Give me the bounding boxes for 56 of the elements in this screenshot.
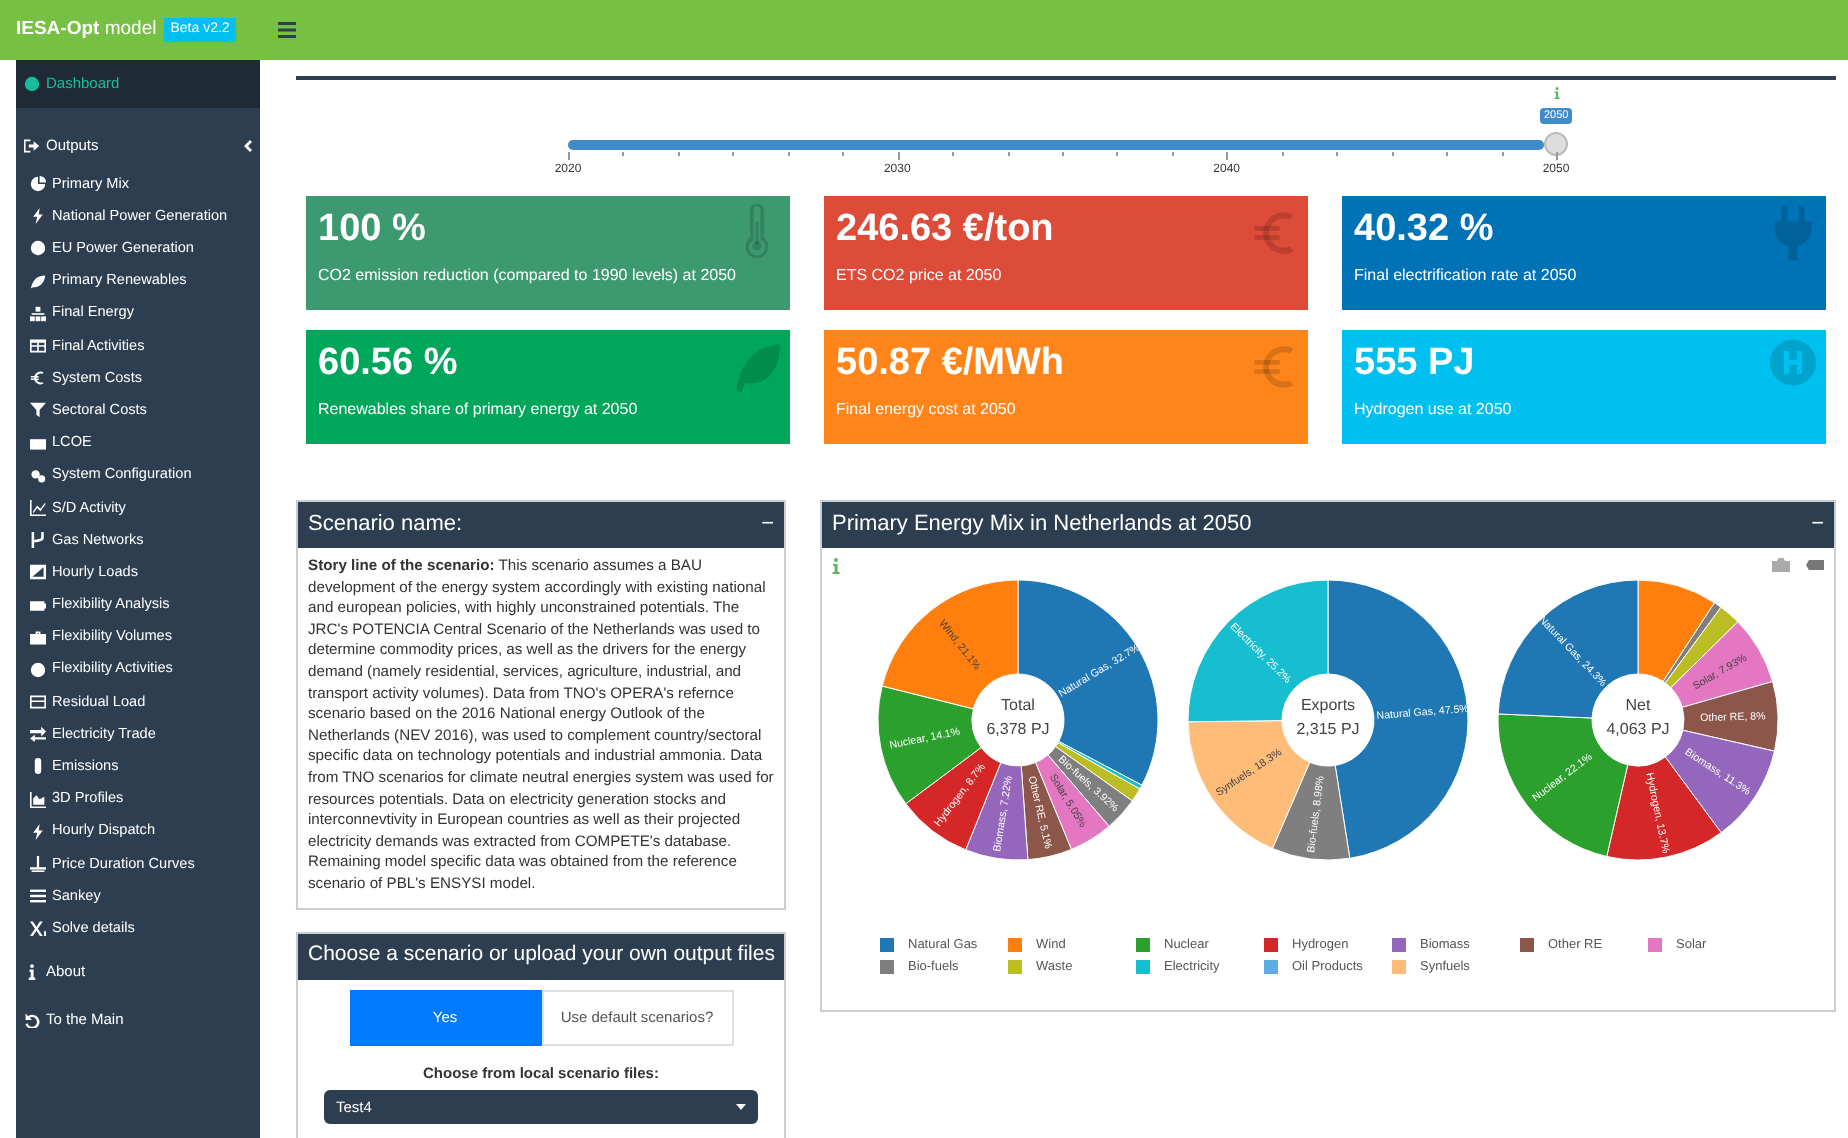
value-caption: Final energy cost at 2050	[836, 398, 1016, 422]
value-text: 100 %	[318, 206, 426, 254]
branch-icon	[30, 532, 46, 549]
exchange-icon	[30, 726, 46, 743]
window-icon	[30, 694, 46, 711]
battery-icon	[30, 597, 46, 614]
line-chart-icon	[30, 499, 46, 516]
sitemap-icon	[30, 305, 46, 322]
donut-total: 2,315 PJ	[1296, 720, 1360, 738]
leaf-icon	[30, 273, 46, 290]
caret-icon	[736, 1103, 746, 1110]
leaf-icon	[734, 338, 780, 396]
donut-title: Total	[1000, 696, 1035, 714]
value-text: 555 PJ	[1354, 340, 1475, 388]
tag-icon[interactable]	[1806, 560, 1824, 570]
stand-icon	[30, 856, 46, 873]
euro-icon	[30, 370, 46, 387]
info-icon[interactable]	[832, 558, 840, 574]
value-caption: Renewables share of primary energy at 2050	[318, 398, 638, 422]
app-title: IESA-Opt model	[16, 15, 157, 44]
card-icon	[30, 435, 46, 452]
menu-icon[interactable]	[278, 22, 296, 38]
undo-icon	[24, 1011, 40, 1027]
donut-total: 4,063 PJ	[1607, 720, 1671, 738]
panel-title: Choose a scenario or upload your own output files	[308, 940, 775, 971]
bolt-icon	[30, 208, 46, 225]
info-icon[interactable]	[1553, 86, 1559, 100]
donut-title: Exports	[1300, 696, 1356, 714]
sign-out-icon	[24, 138, 40, 154]
pie-chart-icon	[30, 176, 46, 193]
info-icon	[24, 963, 40, 979]
bars-icon	[30, 888, 46, 905]
pill-icon	[30, 758, 46, 775]
camera-icon[interactable]	[1772, 558, 1790, 572]
bolt-icon	[30, 823, 46, 840]
value-text: 40.32 %	[1354, 206, 1494, 254]
value-text: 60.56 %	[318, 340, 458, 388]
donut-title: Net	[1626, 696, 1652, 714]
chevron-left-icon	[244, 140, 252, 152]
table-icon	[30, 338, 46, 355]
value-text: 50.87 €/MWh	[836, 340, 1065, 388]
value-caption: CO2 emission reduction (compared to 1990 levels) at 2050	[318, 264, 736, 288]
donut-total: 6,378 PJ	[985, 720, 1049, 738]
panel-title: Primary Energy Mix in Netherlands at 2050	[832, 510, 1252, 541]
value-text: 246.63 €/ton	[836, 206, 1054, 254]
subscript-icon	[30, 920, 46, 937]
plug-icon	[1770, 204, 1816, 262]
collapse-button[interactable]: −	[761, 508, 774, 542]
briefcase-icon	[30, 629, 46, 646]
value-caption: Final electrification rate at 2050	[1354, 264, 1577, 288]
panel-title: Scenario name:	[308, 510, 463, 541]
slider-handle[interactable]	[1544, 132, 1568, 156]
collapse-button[interactable]: −	[1811, 508, 1824, 542]
filter-icon	[30, 402, 46, 419]
value-caption: ETS CO2 price at 2050	[836, 264, 1002, 288]
value-caption: Hydrogen use at 2050	[1354, 398, 1512, 422]
